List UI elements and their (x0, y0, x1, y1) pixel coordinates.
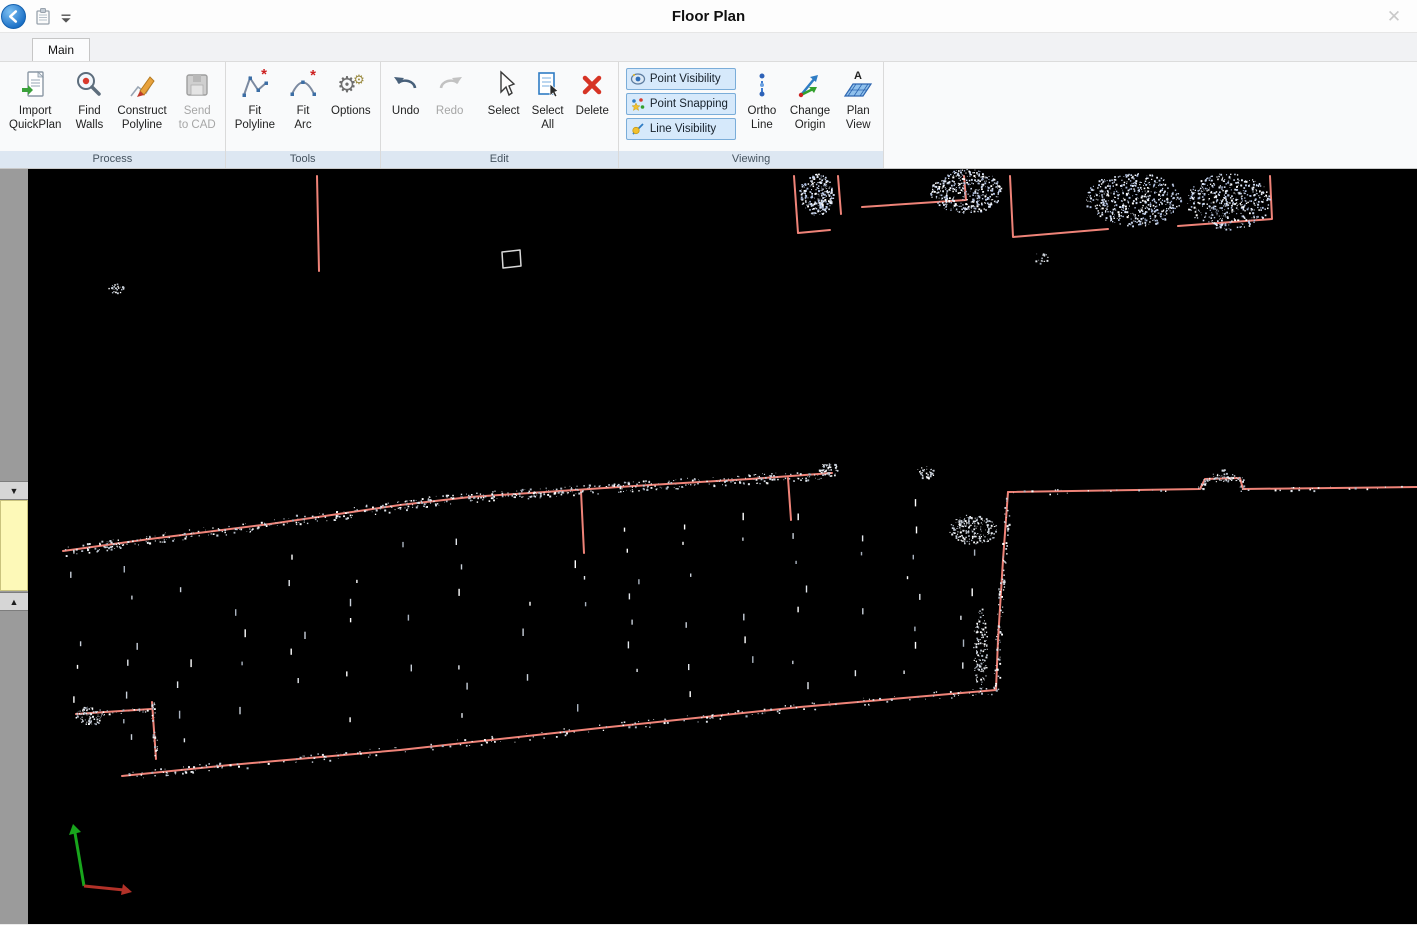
select-all-icon (532, 69, 564, 101)
group-label-tools: Tools (226, 151, 380, 168)
send-to-cad-icon (181, 69, 213, 101)
point-visibility-icon (630, 71, 646, 87)
construct-polyline-button[interactable]: Construct Polyline (111, 62, 172, 133)
button-label: Send (184, 104, 211, 118)
button-label: Polyline (122, 118, 162, 132)
toggle-label: Point Visibility (650, 73, 721, 85)
ortho-line-icon (746, 69, 778, 101)
ortho-line-button[interactable]: Ortho Line (740, 62, 784, 133)
redo-button[interactable]: Redo (428, 62, 472, 132)
find-walls-icon (73, 69, 105, 101)
button-label: Options (331, 104, 371, 118)
triangle-up-icon: ▲ (10, 597, 19, 607)
button-label: Ortho (748, 104, 777, 118)
button-label: Import (19, 104, 52, 118)
svg-text:*: * (261, 69, 267, 83)
tab-main[interactable]: Main (32, 38, 90, 62)
redo-icon (434, 69, 466, 101)
button-label: Fit (297, 104, 310, 118)
delete-icon (576, 69, 608, 101)
point-cloud-rendering (28, 169, 1417, 924)
point-snapping-icon (630, 96, 646, 112)
button-label: Polyline (235, 118, 275, 132)
button-label: Line (751, 118, 773, 132)
button-label: Select (532, 104, 564, 118)
select-all-button[interactable]: Select All (526, 62, 570, 133)
group-label-process: Process (0, 151, 225, 168)
change-origin-button[interactable]: Change Origin (784, 62, 836, 133)
plan-view-button[interactable]: A Plan View (836, 62, 880, 133)
group-label-viewing: Viewing (619, 151, 883, 168)
options-icon: ⚙ ⚙ (335, 69, 367, 101)
fit-arc-button[interactable]: * Fit Arc (281, 62, 325, 133)
viewing-toggles: Point Visibility Point Snapping (622, 62, 740, 140)
svg-text:A: A (854, 70, 862, 82)
button-label: Undo (392, 104, 420, 118)
ribbon-group-viewing: Point Visibility Point Snapping (619, 62, 884, 168)
select-icon (488, 69, 520, 101)
button-label: Select (488, 104, 520, 118)
button-label: View (846, 118, 871, 132)
button-label: QuickPlan (9, 118, 61, 132)
select-button[interactable]: Select (482, 62, 526, 132)
rail-down-button[interactable]: ▼ (0, 481, 28, 500)
window-title: Floor Plan (0, 8, 1417, 25)
button-label: Plan (847, 104, 870, 118)
undo-icon (390, 69, 422, 101)
construct-polyline-icon (126, 69, 158, 101)
svg-text:⚙: ⚙ (353, 72, 365, 87)
group-label-edit: Edit (381, 151, 618, 168)
ribbon: Import QuickPlan Find Walls Construct (0, 61, 1417, 169)
button-label: Walls (76, 118, 104, 132)
ribbon-tab-row: Main (0, 33, 1417, 61)
plan-view-icon: A (842, 69, 874, 101)
fit-arc-icon: * (287, 69, 319, 101)
line-visibility-toggle[interactable]: Line Visibility (626, 118, 736, 140)
button-label: Change (790, 104, 830, 118)
find-walls-button[interactable]: Find Walls (67, 62, 111, 133)
rail-thumb[interactable] (0, 500, 28, 591)
button-label: Redo (436, 104, 464, 118)
status-bar (0, 924, 1417, 938)
point-visibility-toggle[interactable]: Point Visibility (626, 68, 736, 90)
send-to-cad-button[interactable]: Send to CAD (173, 62, 222, 133)
ribbon-group-tools: * Fit Polyline * Fit Arc ⚙ ⚙ (226, 62, 381, 168)
undo-button[interactable]: Undo (384, 62, 428, 132)
close-icon: ✕ (1387, 7, 1401, 26)
options-button[interactable]: ⚙ ⚙ Options (325, 62, 377, 132)
svg-text:*: * (310, 69, 316, 84)
ribbon-group-process: Import QuickPlan Find Walls Construct (0, 62, 226, 168)
rail-up-button[interactable]: ▲ (0, 592, 28, 611)
close-button[interactable]: ✕ (1382, 5, 1406, 29)
title-bar: Floor Plan ✕ (0, 0, 1417, 33)
button-label: Fit (248, 104, 261, 118)
button-label: Origin (795, 118, 826, 132)
line-visibility-icon (630, 121, 646, 137)
axis-indicator (69, 824, 132, 895)
delete-button[interactable]: Delete (570, 62, 615, 132)
point-snapping-toggle[interactable]: Point Snapping (626, 93, 736, 115)
import-quickplan-icon (19, 69, 51, 101)
button-label: Delete (576, 104, 609, 118)
fit-polyline-button[interactable]: * Fit Polyline (229, 62, 281, 133)
import-quickplan-button[interactable]: Import QuickPlan (3, 62, 67, 133)
change-origin-icon (794, 69, 826, 101)
fit-polyline-icon: * (239, 69, 271, 101)
button-label: All (541, 118, 554, 132)
ribbon-group-edit: Undo Redo Select (381, 62, 619, 168)
point-cloud-viewport[interactable] (28, 169, 1417, 924)
button-label: Find (78, 104, 100, 118)
triangle-down-icon: ▼ (10, 486, 19, 496)
toggle-label: Point Snapping (650, 98, 728, 110)
left-side-rail: ▼ ▲ (0, 169, 28, 924)
button-label: Construct (117, 104, 166, 118)
button-label: Arc (294, 118, 311, 132)
button-label: to CAD (179, 118, 216, 132)
toggle-label: Line Visibility (650, 123, 716, 135)
